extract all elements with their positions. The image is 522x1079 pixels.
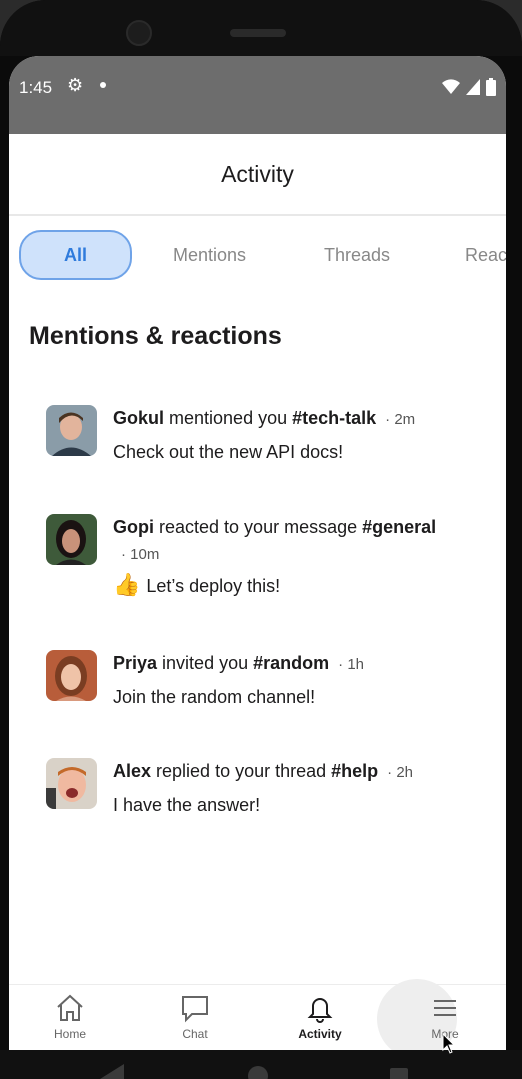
status-bar: 1:45 ⚙ (9, 56, 506, 134)
activity-action: reacted to your message (154, 517, 363, 537)
tab-threads[interactable]: Threads (324, 230, 390, 280)
activity-header: Gokul mentioned you #tech-talk · 2m (113, 405, 483, 433)
status-icons (442, 78, 496, 96)
activity-header: Priya invited you #random · 1h (113, 650, 483, 678)
filter-tabs: All Mentions Threads Reac (9, 224, 506, 284)
tab-all[interactable]: All (19, 230, 132, 280)
timestamp: · 1h (338, 656, 365, 673)
nav-label: Home (53, 1027, 86, 1041)
activity-item-alex[interactable]: Alex replied to your thread #help · 2h I… (46, 758, 486, 828)
battery-icon (486, 78, 496, 96)
home-icon (57, 994, 83, 1021)
avatar (46, 405, 97, 456)
user-name: Gopi (113, 517, 154, 537)
mouse-cursor-icon (442, 1033, 456, 1054)
activity-action: replied to your thread (151, 761, 332, 781)
notification-dot-icon (100, 82, 106, 88)
message-row: 👍 Let’s deploy this! (113, 572, 483, 599)
message-text: Let’s deploy this! (146, 576, 281, 596)
bottom-navigation: Home Chat Activity More (9, 979, 506, 1050)
app-header: Activity (9, 134, 506, 216)
nav-label: Activity (298, 1027, 342, 1041)
user-name: Alex (113, 761, 152, 781)
channel-link[interactable]: #general (362, 517, 436, 537)
menu-icon (434, 1000, 456, 1016)
phone-edge (508, 56, 522, 1079)
avatar (46, 758, 97, 809)
avatar (46, 514, 97, 565)
settings-gear-icon: ⚙ (67, 75, 84, 95)
activity-action: invited you (157, 653, 254, 673)
wifi-icon (442, 79, 460, 94)
front-camera (126, 20, 152, 46)
signal-icon (466, 79, 480, 95)
back-icon[interactable] (100, 1064, 124, 1079)
recents-icon[interactable] (390, 1068, 408, 1079)
activity-item-gopi[interactable]: Gopi reacted to your message #general · 1… (46, 514, 486, 604)
timestamp: · 2h (387, 764, 414, 781)
channel-link[interactable]: #random (253, 653, 329, 673)
page-title: Activity (221, 160, 294, 187)
phone-bezel (0, 0, 522, 56)
thumbs-up-icon: 👍 (113, 572, 141, 597)
message-text: Check out the new API docs! (113, 442, 344, 462)
user-name: Gokul (113, 408, 165, 428)
home-button-icon[interactable] (248, 1066, 268, 1079)
activity-header: Gopi reacted to your message #general · 1… (113, 514, 483, 568)
user-name: Priya (113, 653, 158, 673)
activity-header: Alex replied to your thread #help · 2h (113, 758, 483, 786)
channel-link[interactable]: #help (331, 761, 378, 781)
channel-link[interactable]: #tech-talk (292, 408, 376, 428)
phone-frame: 1:45 ⚙ Activity All Mentions Threads Rea… (0, 0, 522, 1079)
status-time: 1:45 (19, 78, 53, 97)
nav-label: Chat (182, 1027, 208, 1041)
tab-reactions[interactable]: Reac (465, 230, 506, 280)
earpiece-speaker (230, 29, 286, 37)
activity-item-gokul[interactable]: Gokul mentioned you #tech-talk · 2m Chec… (46, 405, 486, 475)
chat-icon (182, 996, 208, 1023)
timestamp: · 10m (121, 546, 160, 563)
nav-chat[interactable]: Chat (150, 993, 240, 1041)
message-text: Join the random channel! (113, 687, 316, 707)
tab-mentions[interactable]: Mentions (173, 230, 246, 280)
section-title: Mentions & reactions (29, 322, 282, 350)
activity-item-priya[interactable]: Priya invited you #random · 1h Join the … (46, 650, 486, 720)
nav-home[interactable]: Home (25, 993, 115, 1041)
nav-activity[interactable]: Activity (275, 993, 365, 1041)
activity-action: mentioned you (164, 408, 293, 428)
timestamp: · 2m (385, 411, 416, 428)
app-screen: 1:45 ⚙ Activity All Mentions Threads Rea… (9, 56, 506, 1050)
avatar (46, 650, 97, 701)
bell-icon (307, 998, 333, 1023)
message-text: I have the answer! (113, 795, 261, 815)
